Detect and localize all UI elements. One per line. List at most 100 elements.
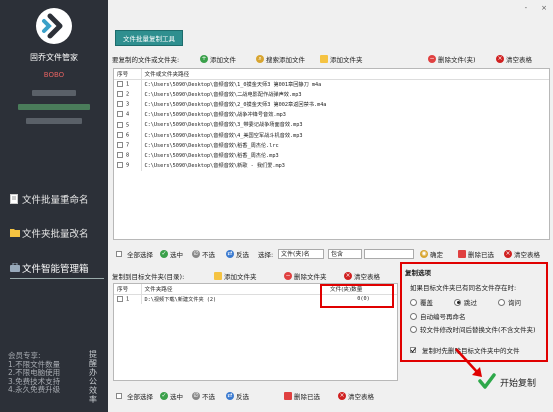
delete-file-button[interactable]: − 删除文件(夹) — [428, 54, 476, 64]
match-select[interactable]: 包含 — [328, 249, 362, 259]
nav-label: 文件智能管理箱 — [22, 264, 89, 275]
path-cell: C:\Users\5090\Desktop\音频音效\3_带委记战争场面音效.m… — [144, 122, 303, 129]
nav-item-folder-rename[interactable]: 文件夹批量改名 — [10, 226, 89, 240]
row-checkbox[interactable] — [117, 162, 123, 169]
minimize-button[interactable]: - — [525, 4, 528, 12]
radio — [410, 312, 417, 320]
conflict-question: 如果目标文件夹已有同名文件存在时: — [410, 284, 517, 292]
table-row[interactable]: 7 C:\Users\5090\Desktop\音频音效\稻香_周杰伦.lrc — [114, 140, 549, 151]
row-checkbox[interactable] — [117, 131, 123, 138]
radio-label: 覆盖 — [420, 299, 433, 307]
ask-radio[interactable]: 询问 — [498, 297, 521, 307]
table-row[interactable]: 4 C:\Users\5090\Desktop\音频音效\战争冲锋号音效.mp3 — [114, 109, 549, 120]
button-label: 删除文件夹 — [294, 273, 327, 281]
invert-button[interactable]: ⇄ 反选 — [226, 391, 249, 401]
source-toolbar: 要复制的文件或文件夹: + 添加文件 ⌕ 搜索添加文件 添加文件夹 − 删除文件(夹)… — [112, 53, 548, 65]
target-label: 复制到目标文件夹(目录): — [112, 273, 185, 281]
row-number: 1 — [126, 81, 130, 88]
table-row[interactable]: 3 C:\Users\5090\Desktop\音频音效\2_0摸金天师3 第00… — [114, 99, 549, 110]
clear-table-button[interactable]: × 清空表格 — [338, 391, 374, 401]
row-checkbox[interactable] — [117, 121, 123, 128]
invert-button[interactable]: ⇄ 反选 — [226, 249, 249, 259]
row-checkbox[interactable] — [117, 296, 123, 303]
promo-line: 4.永久免费升级 — [8, 385, 61, 394]
row-number-cell: 6 — [114, 129, 142, 141]
select-button[interactable]: ✓ 选中 — [160, 249, 183, 259]
close-button[interactable]: × — [541, 4, 547, 12]
row-number: 6 — [126, 132, 130, 139]
user-name: BOBO — [43, 71, 65, 79]
clear-table-button[interactable]: × 清空表格 — [496, 54, 532, 64]
nav-label: 文件批量重命名 — [22, 195, 89, 206]
radio-selected — [454, 298, 461, 306]
button-label: 清空表格 — [514, 251, 540, 259]
column-header-path: 文件或文件夹路径 — [141, 69, 549, 80]
button-label: 添加文件夹 — [330, 56, 363, 64]
table-row[interactable]: 6 C:\Users\5090\Desktop\音频音效\4_美国空军战斗机音效.… — [114, 129, 549, 141]
confirm-icon: ◉ — [420, 250, 428, 258]
row-checkbox[interactable] — [117, 141, 123, 148]
table-row[interactable]: 2 C:\Users\5090\Desktop\音频音效\二战电影配作战弹声效.m… — [114, 89, 549, 100]
add-file-button[interactable]: + 添加文件 — [200, 54, 236, 64]
nav-item-file-manager[interactable]: 文件智能管理箱 — [10, 261, 89, 275]
search-add-file-button[interactable]: ⌕ 搜索添加文件 — [256, 54, 305, 64]
row-number: 2 — [126, 91, 130, 98]
source-file-table[interactable]: 序号 文件或文件夹路径 1 C:\Users\5090\Desktop\音频音效\… — [113, 68, 550, 240]
delete-target-folder-button[interactable]: − 删除文件夹 — [284, 271, 327, 281]
folder-icon — [320, 55, 328, 63]
select-all-checkbox[interactable]: 全部选择 — [116, 249, 153, 259]
overwrite-radio[interactable]: 覆盖 — [410, 297, 433, 307]
path-cell: C:\Users\5090\Desktop\音频音效\4_美国空军战斗机音效.m… — [144, 132, 303, 139]
row-number-cell: 3 — [114, 99, 142, 110]
row-checkbox[interactable] — [117, 101, 123, 108]
checkbox-label: 全部选择 — [127, 251, 153, 259]
row-checkbox[interactable] — [117, 111, 123, 118]
button-label: 添加文件 — [210, 56, 236, 64]
table-row[interactable]: 9 C:\Users\5090\Desktop\音频音效\新歌 - 我们爱.mp3 — [114, 160, 549, 171]
table-row[interactable]: 5 C:\Users\5090\Desktop\音频音效\3_带委记战争场面音效.… — [114, 119, 549, 130]
delete-selected-button[interactable]: 删除已选 — [284, 391, 320, 401]
replace-newer-radio[interactable]: 较文件修改时间后替换文件(不含文件夹) — [410, 324, 536, 334]
source-select-bar: 全部选择 ✓ 选中 ∅ 不选 ⇄ 反选 选择: 文件(夹)名 包含 ◉ 确定 删除已选 … — [112, 248, 548, 260]
table-row[interactable]: 1 C:\Users\5090\Desktop\音频音效\1_0摸金天师3 第00… — [114, 79, 549, 90]
filter-input[interactable] — [364, 249, 414, 259]
clear-table-button[interactable]: × 清空表格 — [504, 249, 540, 259]
check-icon: ✓ — [160, 392, 168, 400]
source-label: 要复制的文件或文件夹: — [112, 56, 180, 64]
radio-label: 跳过 — [464, 299, 477, 307]
button-label: 反选 — [236, 251, 249, 259]
add-folder-button[interactable]: 添加文件夹 — [320, 54, 363, 64]
clear-target-table-button[interactable]: × 清空表格 — [344, 271, 380, 281]
nav-label: 文件夹批量改名 — [22, 229, 89, 240]
field-select[interactable]: 文件(夹)名 — [278, 249, 324, 259]
deselect-button[interactable]: ∅ 不选 — [192, 249, 215, 259]
row-number: 1 — [126, 296, 130, 303]
row-number-cell: 5 — [114, 119, 142, 130]
radio — [410, 325, 417, 333]
button-label: 不选 — [202, 251, 215, 259]
table-row[interactable]: 8 C:\Users\5090\Desktop\音频音效\稻香_周杰伦.mp3 — [114, 150, 549, 161]
delete-selected-button[interactable]: 删除已选 — [458, 249, 494, 259]
redacted-info — [26, 118, 82, 124]
confirm-button[interactable]: ◉ 确定 — [420, 249, 443, 259]
skip-radio[interactable]: 跳过 — [454, 297, 477, 307]
nav-item-file-rename[interactable]: 文件批量重命名 — [10, 192, 89, 206]
choose-label: 选择: — [258, 251, 274, 259]
path-cell: C:\Users\5090\Desktop\音频音效\稻香_周杰伦.mp3 — [144, 152, 279, 159]
row-number: 3 — [126, 101, 130, 108]
add-target-folder-button[interactable]: 添加文件夹 — [214, 271, 257, 281]
deselect-icon: ∅ — [192, 392, 200, 400]
row-checkbox[interactable] — [117, 91, 123, 98]
button-label: 删除已选 — [294, 393, 320, 401]
select-all-checkbox[interactable]: 全部选择 — [116, 391, 153, 401]
target-toolbar: 复制到目标文件夹(目录): 添加文件夹 − 删除文件夹 × 清空表格 — [112, 270, 402, 282]
row-number-cell: 1 — [114, 79, 142, 90]
row-number-cell: 2 — [114, 89, 142, 100]
auto-rename-radio[interactable]: 自动编号再命名 — [410, 311, 466, 321]
row-checkbox[interactable] — [117, 81, 123, 88]
select-button[interactable]: ✓ 选中 — [160, 391, 183, 401]
row-checkbox[interactable] — [117, 152, 123, 159]
tab-batch-copy[interactable]: 文件批量复制工具 — [115, 30, 183, 46]
deselect-button[interactable]: ∅ 不选 — [192, 391, 215, 401]
swap-icon: ⇄ — [226, 250, 234, 258]
